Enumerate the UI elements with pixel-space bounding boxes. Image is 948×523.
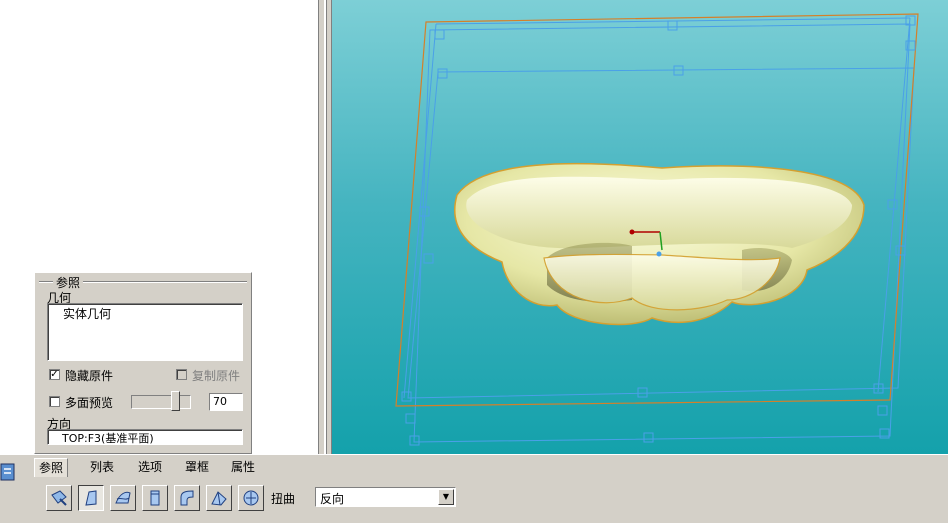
- geometry-collector[interactable]: 实体几何: [47, 303, 243, 361]
- preview-level-slider-thumb[interactable]: [171, 391, 180, 411]
- stretch-icon: [150, 490, 160, 506]
- multi-preview-label: 多面预览: [65, 396, 114, 410]
- hide-original-checkbox[interactable]: ✓: [49, 369, 60, 380]
- geometry-item[interactable]: 实体几何: [63, 305, 111, 322]
- spine-icon: [115, 491, 131, 504]
- direction-value[interactable]: TOP:F3(基准平面): [62, 430, 154, 446]
- spine-tool-button[interactable]: [110, 485, 136, 511]
- twist-icon: [211, 491, 227, 506]
- dashboard-collapse-icon[interactable]: [0, 461, 16, 483]
- multi-preview-checkbox[interactable]: [49, 396, 60, 407]
- direction-collector[interactable]: TOP:F3(基准平面): [47, 429, 243, 445]
- hide-original-label: 隐藏原件: [65, 369, 114, 383]
- bend-tool-button[interactable]: [174, 485, 200, 511]
- copy-original-checkbox: [176, 369, 187, 380]
- twist-tool-button[interactable]: [206, 485, 232, 511]
- tab-properties[interactable]: 属性: [227, 458, 259, 476]
- reference-panel: 参照 几何 实体几何 ✓ 隐藏原件 复制原件 多面预览 70 方向 TOP:F3…: [34, 272, 252, 454]
- tab-references[interactable]: 参照: [34, 458, 69, 477]
- twist-label: 扭曲: [271, 492, 296, 506]
- direction-select[interactable]: 反向 ▼: [315, 487, 456, 507]
- preview-level-slider[interactable]: [131, 395, 191, 409]
- tab-options[interactable]: 选项: [134, 458, 166, 476]
- transform-tool-button[interactable]: [46, 485, 72, 511]
- preview-level-input[interactable]: 70: [209, 393, 243, 411]
- sculpt-tool-button[interactable]: [238, 485, 264, 511]
- transform-icon: [51, 490, 67, 506]
- tab-list[interactable]: 列表: [86, 458, 118, 476]
- sculpt-icon: [243, 490, 259, 506]
- stretch-tool-button[interactable]: [142, 485, 168, 511]
- graphics-viewport[interactable]: [332, 0, 948, 454]
- model-canvas[interactable]: [332, 0, 948, 454]
- tab-marquee[interactable]: 罩框: [181, 458, 213, 476]
- copy-original-label: 复制原件: [192, 369, 241, 383]
- bend-icon: [180, 490, 194, 506]
- panel-splitter[interactable]: [318, 0, 332, 454]
- chevron-down-icon[interactable]: ▼: [438, 489, 454, 505]
- solid-model: [454, 162, 865, 326]
- warp-tool-button[interactable]: [78, 485, 104, 511]
- direction-select-value: 反向: [320, 492, 345, 506]
- feature-dashboard: 参照 列表 选项 罩框 属性 扭曲 反向 ▼: [0, 454, 948, 523]
- warp-icon: [85, 490, 97, 506]
